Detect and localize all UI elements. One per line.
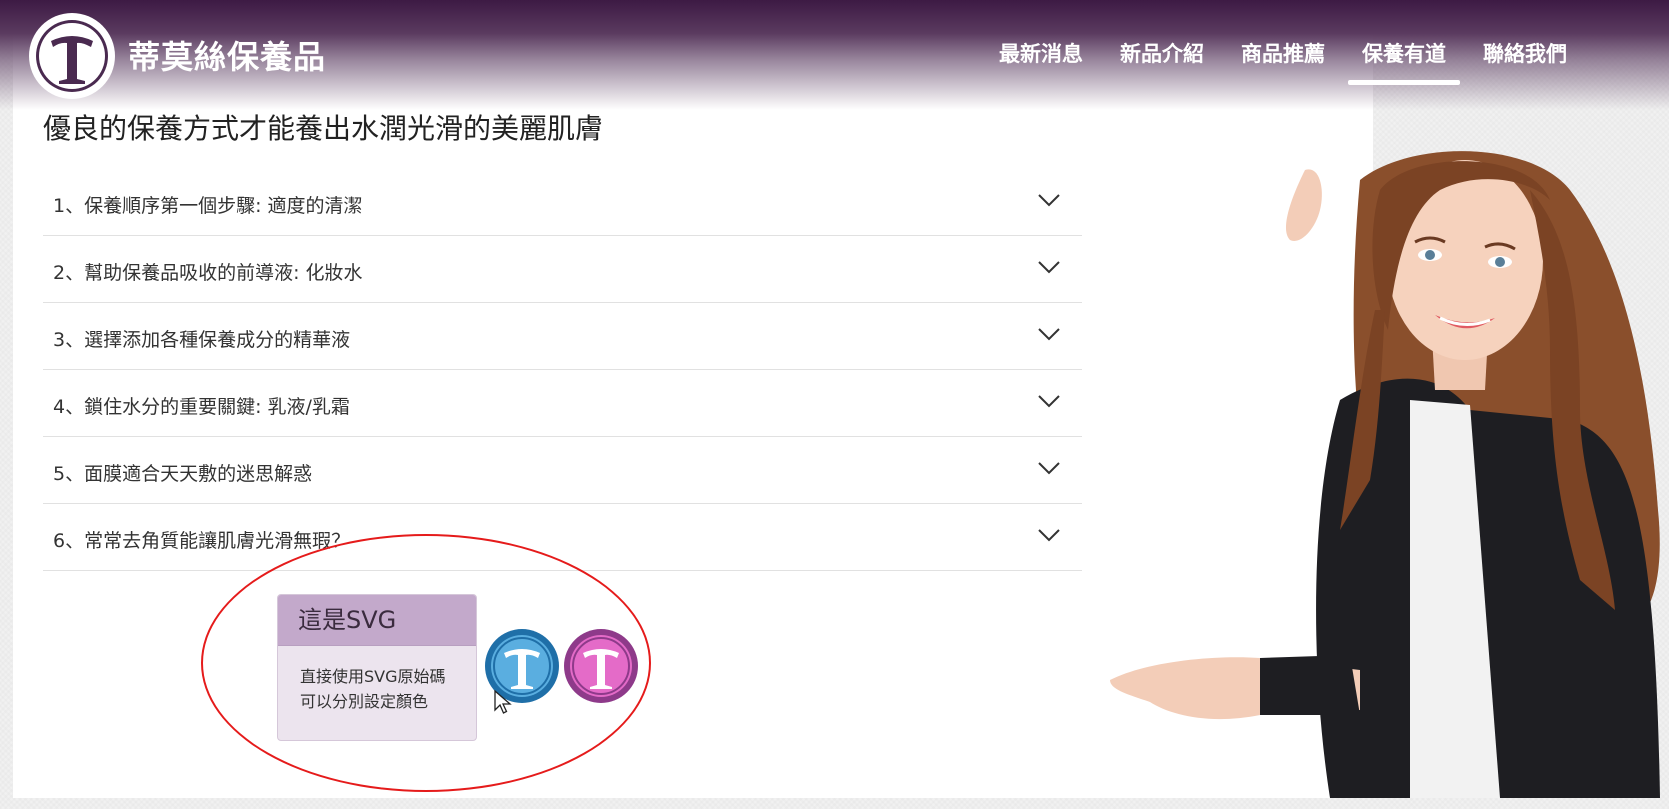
accordion-item[interactable]: 4、鎖住水分的重要關鍵: 乳液/乳霜 [43, 370, 1082, 437]
card-line: 可以分別設定顏色 [300, 692, 429, 711]
nav-label: 新品介紹 [1120, 42, 1204, 66]
accordion-label: 2、幫助保養品吸收的前導液: 化妝水 [53, 262, 363, 284]
accordion-label: 6、常常去角質能讓肌膚光滑無瑕？ [53, 530, 351, 552]
nav-label: 商品推薦 [1241, 42, 1325, 66]
nav-item-new-products[interactable]: 新品介紹 [1120, 38, 1204, 68]
accordion-label: 5、面膜適合天天敷的迷思解惑 [53, 463, 313, 485]
t-seal-logo-icon[interactable] [27, 11, 117, 101]
page-title: 優良的保養方式才能養出水潤光滑的美麗肌膚 [43, 112, 604, 145]
chevron-down-icon[interactable] [1038, 528, 1060, 542]
accordion-item[interactable]: 2、幫助保養品吸收的前導液: 化妝水 [43, 236, 1082, 303]
accordion-label: 3、選擇添加各種保養成分的精華液 [53, 329, 351, 351]
chevron-down-icon[interactable] [1038, 394, 1060, 408]
card-body: 直接使用SVG原始碼 可以分別設定顏色 [278, 646, 476, 714]
svg-info-card: 這是SVG 直接使用SVG原始碼 可以分別設定顏色 [277, 594, 477, 741]
t-seal-purple-icon[interactable] [563, 628, 639, 704]
faq-accordion: 1、保養順序第一個步驟: 適度的清潔 2、幫助保養品吸收的前導液: 化妝水 3、… [43, 169, 1082, 571]
brand-name[interactable]: 蒂莫絲保養品 [128, 32, 326, 78]
accordion-label: 4、鎖住水分的重要關鍵: 乳液/乳霜 [53, 396, 350, 418]
nav-label: 保養有道 [1362, 42, 1446, 66]
accordion-item[interactable]: 3、選擇添加各種保養成分的精華液 [43, 303, 1082, 370]
model-photo [1110, 151, 1660, 798]
nav-item-recommended[interactable]: 商品推薦 [1241, 38, 1325, 68]
site-header: 蒂莫絲保養品 最新消息 新品介紹 商品推薦 保養有道 聯絡我們 [0, 0, 1669, 110]
chevron-down-icon[interactable] [1038, 461, 1060, 475]
active-nav-indicator [1348, 80, 1460, 85]
accordion-item[interactable]: 1、保養順序第一個步驟: 適度的清潔 [43, 169, 1082, 236]
card-line: 直接使用SVG原始碼 [300, 667, 446, 686]
accordion-item[interactable]: 5、面膜適合天天敷的迷思解惑 [43, 437, 1082, 504]
card-title: 這是SVG [278, 595, 476, 646]
nav-item-contact[interactable]: 聯絡我們 [1483, 38, 1567, 68]
mouse-pointer-icon [494, 690, 512, 714]
nav-label: 最新消息 [999, 42, 1083, 66]
nav-item-skincare[interactable]: 保養有道 [1348, 38, 1460, 85]
chevron-down-icon[interactable] [1038, 327, 1060, 341]
chevron-down-icon[interactable] [1038, 260, 1060, 274]
chevron-down-icon[interactable] [1038, 193, 1060, 207]
nav-label: 聯絡我們 [1483, 42, 1567, 66]
accordion-label: 1、保養順序第一個步驟: 適度的清潔 [53, 195, 363, 217]
nav-item-news[interactable]: 最新消息 [999, 38, 1083, 68]
